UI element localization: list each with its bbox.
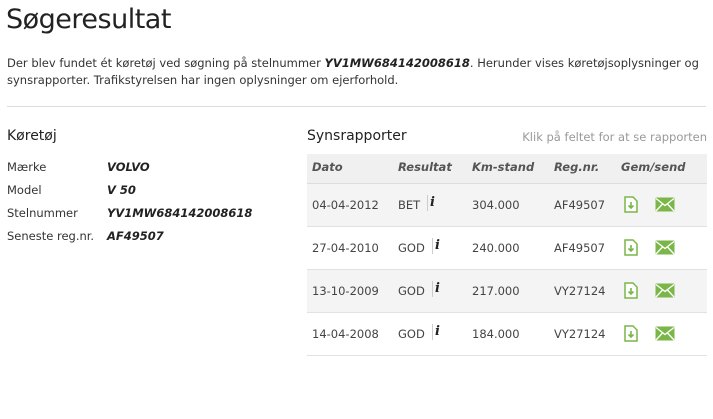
report-row[interactable]: 04-04-2012 BET i 304.000 AF49507 [307, 184, 707, 227]
envelope-icon[interactable] [655, 326, 675, 341]
vehicle-label: Mærke [7, 160, 47, 174]
section-divider [7, 106, 706, 107]
column-header-result: Resultat [398, 160, 452, 174]
envelope-icon[interactable] [655, 197, 675, 212]
report-date: 04-04-2012 [312, 198, 379, 212]
envelope-icon[interactable] [655, 240, 675, 255]
column-header-reg: Reg.nr. [554, 160, 600, 174]
intro-text: Der blev fundet ét køretøj ved søgning p… [7, 55, 707, 89]
info-icon[interactable]: i [432, 281, 442, 297]
reports-hint: Klik på feltet for at se rapporten [522, 130, 707, 144]
report-date: 27-04-2010 [312, 241, 379, 255]
reports-heading: Synsrapporter [307, 128, 407, 144]
report-km: 217.000 [472, 284, 520, 298]
reports-table: Dato Resultat Km-stand Reg.nr. Gem/send … [307, 154, 707, 356]
vehicle-value: VOLVO [107, 160, 150, 174]
envelope-icon[interactable] [655, 283, 675, 298]
save-document-icon[interactable] [624, 196, 638, 213]
intro-text-before: Der blev fundet ét køretøj ved søgning p… [7, 56, 325, 70]
report-row[interactable]: 14-04-2008 GOD i 184.000 VY27124 [307, 313, 707, 356]
report-reg: AF49507 [554, 241, 606, 255]
reports-table-header: Dato Resultat Km-stand Reg.nr. Gem/send [307, 154, 707, 184]
page-title: Søgeresultat [6, 4, 171, 35]
vehicle-heading: Køretøj [7, 128, 57, 144]
column-header-km: Km-stand [472, 160, 535, 174]
report-result: GOD [398, 327, 425, 341]
vehicle-label: Model [7, 183, 42, 197]
intro-vin: YV1MW684142008618 [324, 56, 470, 70]
vehicle-value: AF49507 [107, 229, 164, 243]
report-row[interactable]: 13-10-2009 GOD i 217.000 VY27124 [307, 270, 707, 313]
report-result: GOD [398, 241, 425, 255]
column-header-date: Dato [312, 160, 343, 174]
vehicle-value: V 50 [107, 183, 136, 197]
report-km: 304.000 [472, 198, 520, 212]
save-document-icon[interactable] [624, 239, 638, 256]
info-icon[interactable]: i [432, 238, 442, 254]
info-icon[interactable]: i [432, 324, 442, 340]
report-result: BET [398, 198, 421, 212]
report-date: 14-04-2008 [312, 327, 379, 341]
info-icon[interactable]: i [427, 195, 437, 211]
report-reg: AF49507 [554, 198, 606, 212]
report-row[interactable]: 27-04-2010 GOD i 240.000 AF49507 [307, 227, 707, 270]
report-date: 13-10-2009 [312, 284, 379, 298]
report-km: 184.000 [472, 327, 520, 341]
vehicle-value: YV1MW684142008618 [107, 206, 253, 220]
report-km: 240.000 [472, 241, 520, 255]
report-reg: VY27124 [554, 327, 606, 341]
report-reg: VY27124 [554, 284, 606, 298]
column-header-actions: Gem/send [621, 160, 686, 174]
report-result: GOD [398, 284, 425, 298]
save-document-icon[interactable] [624, 282, 638, 299]
vehicle-label: Stelnummer [7, 206, 78, 220]
vehicle-label: Seneste reg.nr. [7, 229, 95, 243]
save-document-icon[interactable] [624, 325, 638, 342]
